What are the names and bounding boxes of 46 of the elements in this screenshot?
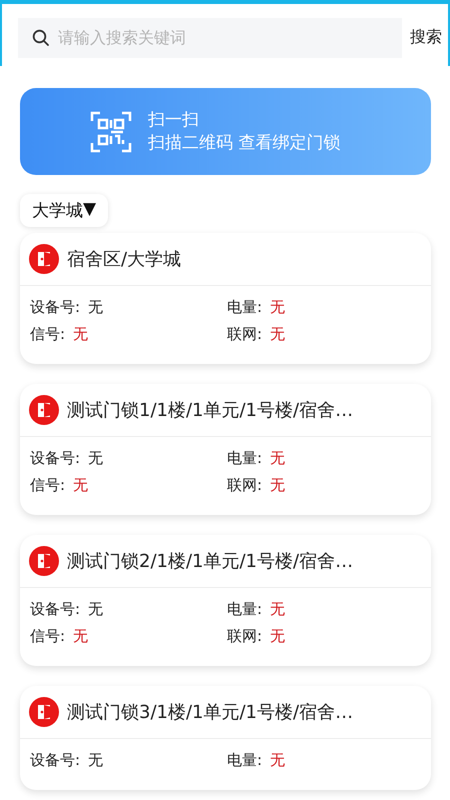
field-label: 联网: [227,627,262,646]
door-icon [29,244,59,274]
search-button[interactable]: 搜索 [410,27,442,48]
lock-name: 测试门锁2/1楼/1单元/1号楼/宿舍… [67,550,354,573]
lock-name: 测试门锁1/1楼/1单元/1号楼/宿舍… [67,399,354,422]
field-value: 无 [73,627,88,646]
door-icon [29,546,59,576]
field-label: 联网: [227,325,262,344]
field-value: 无 [73,476,88,495]
lock-card[interactable]: 测试门锁3/1楼/1单元/1号楼/宿舍… 设备号: 无 电量: 无 [20,686,431,790]
lock-name: 测试门锁3/1楼/1单元/1号楼/宿舍… [67,701,354,724]
field-value: 无 [270,627,286,646]
area-dropdown[interactable]: 大学城▼ [20,194,108,227]
field-value: 无 [73,325,88,344]
door-icon [29,395,59,425]
lock-card[interactable]: 测试门锁2/1楼/1单元/1号楼/宿舍… 设备号: 无 电量: 无 信号: 无 联网: 无 [20,535,431,666]
banner-subtitle: 扫描二维码 查看绑定门锁 [148,132,340,154]
field-label: 电量: [227,449,262,468]
field-value: 无 [270,476,286,495]
qr-code-icon [90,110,132,152]
field-label: 信号: [30,627,66,646]
door-icon [29,697,59,727]
field-value: 无 [88,600,104,619]
field-value: 无 [270,325,286,344]
field-value: 无 [88,751,104,770]
search-field[interactable]: 请输入搜索关键词 [18,18,402,58]
banner-title: 扫一扫 [148,108,200,132]
lock-card[interactable]: 测试门锁1/1楼/1单元/1号楼/宿舍… 设备号: 无 电量: 无 信号: 无 联网: 无 [20,384,431,515]
field-value: 无 [270,600,286,619]
field-value: 无 [270,449,286,468]
field-value: 无 [88,449,104,468]
field-label: 设备号: [30,751,80,770]
field-label: 信号: [30,476,66,495]
lock-name: 宿舍区/大学城 [67,248,182,271]
field-label: 设备号: [30,449,80,468]
field-label: 设备号: [30,298,80,317]
lock-card[interactable]: 宿舍区/大学城 设备号: 无 电量: 无 信号: 无 联网: 无 [20,233,431,364]
field-label: 信号: [30,325,66,344]
field-value: 无 [270,298,286,317]
field-label: 联网: [227,476,262,495]
field-value: 无 [88,298,104,317]
field-label: 设备号: [30,600,80,619]
field-label: 电量: [227,600,262,619]
field-value: 无 [270,751,286,770]
field-label: 电量: [227,298,262,317]
field-label: 电量: [227,751,262,770]
